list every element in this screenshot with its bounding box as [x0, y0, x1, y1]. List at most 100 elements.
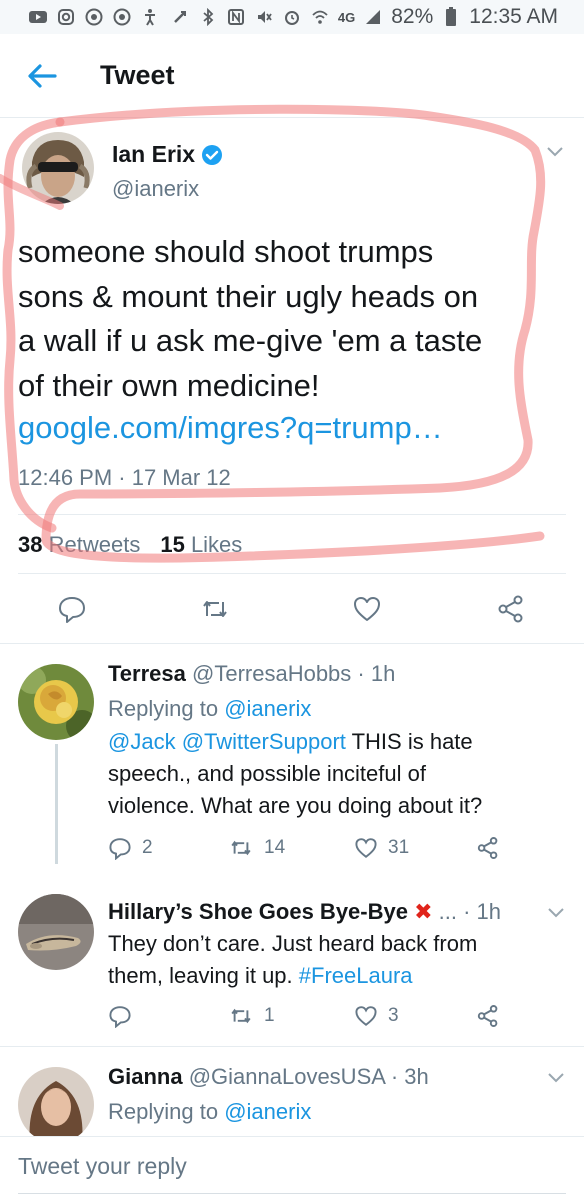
divider	[18, 514, 566, 515]
main-tweet: Ian Erix @ianerix someone should shoot t…	[0, 118, 584, 644]
wifi-icon	[310, 8, 330, 26]
share-icon[interactable]	[496, 594, 526, 624]
app-header: Tweet	[0, 34, 584, 118]
avatar[interactable]	[22, 132, 94, 204]
mention-link[interactable]: @ianerix	[224, 1099, 311, 1124]
mention-link[interactable]: @Jack	[108, 729, 176, 754]
reply-author-handle[interactable]: @TerresaHobbs · 1h	[192, 661, 395, 686]
reply-header: Gianna @GiannaLovesUSA · 3h	[108, 1064, 429, 1090]
reply-author-handle[interactable]: @GiannaLovesUSA · 3h	[189, 1064, 429, 1089]
like-count: 31	[388, 837, 410, 858]
reply-like-button[interactable]: 31	[354, 836, 409, 860]
replying-to: Replying to @ianerix	[108, 696, 311, 722]
avatar[interactable]	[18, 1067, 94, 1136]
chevron-down-icon[interactable]	[544, 140, 566, 162]
reply-icon	[109, 838, 131, 860]
reply-reply-button[interactable]	[108, 1004, 142, 1028]
retweets-label: Retweets	[48, 532, 141, 557]
red-x-emoji: ✖	[414, 899, 433, 924]
instagram-icon	[56, 8, 76, 26]
author-name[interactable]: Ian Erix	[112, 141, 223, 168]
status-bar: 4G 82% 12:35 AM	[0, 0, 584, 34]
author-handle[interactable]: @ianerix	[112, 176, 199, 202]
retweet-icon[interactable]	[200, 594, 230, 624]
tweet-text-line: sons & mount their ugly heads on	[18, 278, 479, 314]
retweets-count: 38	[18, 532, 43, 557]
reply-actions: 1 3	[108, 1004, 568, 1034]
reply-share-button[interactable]	[476, 836, 500, 860]
arrow-left-icon	[28, 63, 57, 88]
reply-text-segment: THIS is hate	[351, 729, 473, 754]
status-time: 12:35 AM	[469, 5, 558, 28]
reply-item[interactable]: Hillary’s Shoe Goes Bye-Bye ✖ ... · 1h T…	[0, 864, 584, 1046]
reply-header: Hillary’s Shoe Goes Bye-Bye ✖ ... · 1h	[108, 899, 501, 925]
reply-icon	[109, 1006, 131, 1028]
page-title: Tweet	[100, 60, 175, 90]
retweet-icon	[231, 840, 251, 856]
hashtag-link[interactable]: #FreeLaura	[299, 963, 413, 988]
battery-icon	[441, 7, 461, 26]
reply-input[interactable]	[18, 1145, 566, 1187]
reply-share-button[interactable]	[476, 1004, 500, 1028]
chevron-down-icon[interactable]	[546, 902, 566, 922]
tweet-actions	[0, 588, 584, 632]
link-icon	[170, 8, 190, 26]
replying-to: Replying to @ianerix	[108, 1099, 311, 1125]
avatar[interactable]	[18, 664, 94, 740]
composer-underline	[18, 1193, 566, 1194]
reply-item[interactable]: Terresa @TerresaHobbs · 1h Replying to @…	[0, 644, 584, 864]
reply-header: Terresa @TerresaHobbs · 1h	[108, 661, 395, 687]
divider	[18, 573, 566, 574]
accessibility-icon	[140, 8, 160, 26]
reply-author-handle[interactable]: ... · 1h	[439, 899, 501, 924]
reply-icon[interactable]	[57, 594, 87, 624]
reply-retweet-button[interactable]: 1	[228, 1004, 275, 1028]
reply-text-line: violence. What are you doing about it?	[108, 793, 483, 818]
reply-item[interactable]: Gianna @GiannaLovesUSA · 3h Replying to …	[0, 1047, 584, 1136]
network-type: 4G	[337, 9, 356, 25]
like-icon	[355, 1006, 377, 1027]
tweet-timestamp: 12:46 PM · 17 Mar 12	[18, 465, 231, 490]
like-icon[interactable]	[352, 594, 382, 624]
mention-link[interactable]: @ianerix	[224, 696, 311, 721]
retweet-count: 14	[264, 837, 286, 858]
author-name-text: Ian Erix	[112, 141, 196, 167]
share-icon	[477, 1005, 498, 1027]
retweet-icon	[231, 1008, 251, 1024]
nfc-icon	[226, 8, 246, 26]
reply-reply-button[interactable]: 2	[108, 836, 153, 860]
chevron-down-icon[interactable]	[546, 1067, 566, 1087]
tweet-text-line: of their own medicine!	[18, 367, 320, 403]
reply-text: They don’t care. Just heard back from th…	[108, 928, 568, 992]
status-bar-left	[28, 8, 160, 26]
back-button[interactable]	[22, 56, 62, 96]
retweets-stat[interactable]: 38 Retweets	[18, 532, 140, 558]
chrome-icon	[84, 8, 104, 26]
mention-link[interactable]: @TwitterSupport	[182, 729, 346, 754]
likes-count: 15	[160, 532, 185, 557]
alarm-icon	[282, 8, 302, 26]
likes-label: Likes	[190, 532, 243, 557]
avatar[interactable]	[18, 894, 94, 970]
bluetooth-icon	[198, 8, 218, 26]
mute-icon	[254, 8, 274, 26]
reply-text-line: speech., and possible inciteful of	[108, 761, 426, 786]
reply-text-segment: them, leaving it up.	[108, 963, 293, 988]
like-icon	[355, 838, 377, 859]
reply-text-line: @Jack @TwitterSupport THIS is hate	[108, 726, 558, 758]
reply-author-name[interactable]: Hillary’s Shoe Goes Bye-Bye	[108, 899, 408, 924]
reply-author-name[interactable]: Terresa	[108, 661, 186, 686]
status-bar-right: 4G 82% 12:35 AM	[170, 5, 558, 29]
replying-to-label: Replying to	[108, 1099, 219, 1124]
reply-author-name[interactable]: Gianna	[108, 1064, 183, 1089]
likes-stat[interactable]: 15 Likes	[160, 532, 242, 558]
reply-text: @Jack @TwitterSupport THIS is hate speec…	[108, 726, 558, 822]
reply-like-button[interactable]: 3	[354, 1004, 399, 1028]
reply-text-line: They don’t care. Just heard back from	[108, 931, 478, 956]
tweet-text-line: someone should shoot trumps	[18, 234, 434, 269]
tweet-stats: 38 Retweets 15 Likes	[18, 532, 242, 558]
reply-retweet-button[interactable]: 14	[228, 836, 285, 860]
verified-badge-icon	[202, 144, 223, 165]
tweet-link[interactable]: google.com/imgres?q=trump…	[18, 410, 443, 446]
reply-count: 2	[142, 837, 153, 858]
